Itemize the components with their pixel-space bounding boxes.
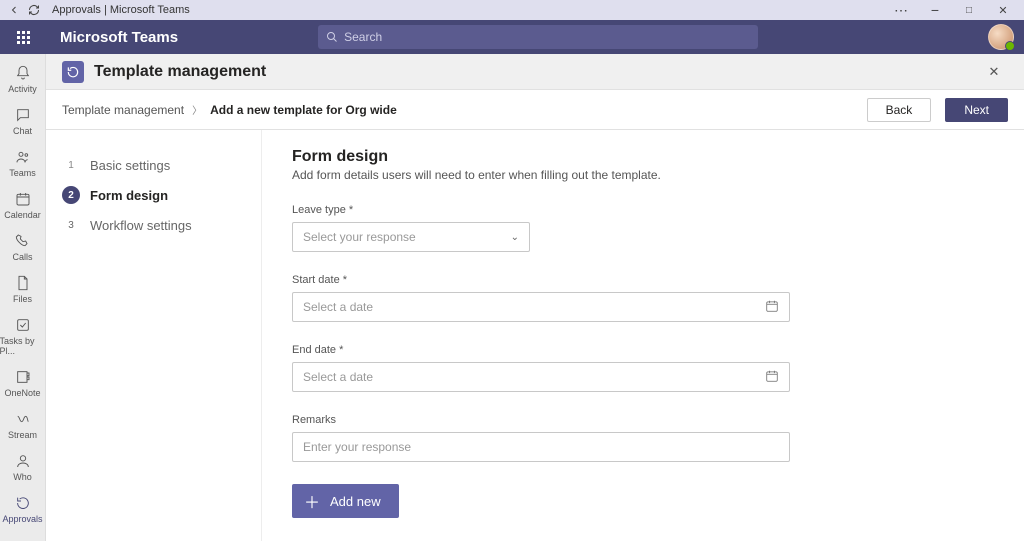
field-label: Start date * xyxy=(292,274,994,286)
app-header: Microsoft Teams Search xyxy=(0,20,1024,54)
add-new-button[interactable]: ＋ Add new xyxy=(292,484,399,518)
end-date-input[interactable]: Select a date xyxy=(292,362,790,392)
step-workflow-settings[interactable]: 3 Workflow settings xyxy=(58,210,251,240)
back-button[interactable]: Back xyxy=(867,98,932,122)
breadcrumb-root[interactable]: Template management xyxy=(62,103,184,117)
close-window-icon[interactable] xyxy=(986,0,1020,20)
date-placeholder: Select a date xyxy=(303,300,373,314)
stream-icon xyxy=(14,410,32,428)
step-label: Form design xyxy=(90,188,168,203)
field-end-date: End date * Select a date xyxy=(292,344,994,392)
rail-label: Calls xyxy=(12,252,32,262)
avatar[interactable] xyxy=(988,24,1014,50)
rail-label: Calendar xyxy=(4,210,41,220)
wizard-steps: 1 Basic settings 2 Form design 3 Workflo… xyxy=(46,130,262,541)
back-icon[interactable] xyxy=(4,0,24,20)
date-placeholder: Select a date xyxy=(303,370,373,384)
step-basic-settings[interactable]: 1 Basic settings xyxy=(58,150,251,180)
search-input[interactable]: Search xyxy=(318,25,758,49)
rail-label: Files xyxy=(13,294,32,304)
step-label: Workflow settings xyxy=(90,218,192,233)
search-icon xyxy=(326,31,338,43)
bell-icon xyxy=(14,64,32,82)
next-button[interactable]: Next xyxy=(945,98,1008,122)
more-icon[interactable] xyxy=(884,0,918,20)
field-leave-type: Leave type * Select your response ⌄ xyxy=(292,204,994,252)
rail-chat[interactable]: Chat xyxy=(0,102,46,142)
minimize-icon[interactable] xyxy=(918,0,952,20)
field-label: End date * xyxy=(292,344,994,356)
app-rail: Activity Chat Teams Calendar Calls Files… xyxy=(0,54,46,541)
rail-label: Who xyxy=(13,472,32,482)
form-heading: Form design xyxy=(292,148,994,166)
rail-stream[interactable]: Stream xyxy=(0,406,46,446)
field-label: Remarks xyxy=(292,414,994,426)
brand-label: Microsoft Teams xyxy=(46,29,178,46)
remarks-input[interactable]: Enter your response xyxy=(292,432,790,462)
form-subtitle: Add form details users will need to ente… xyxy=(292,168,994,182)
breadcrumb-current: Add a new template for Org wide xyxy=(210,103,397,117)
waffle-icon xyxy=(17,31,30,44)
rail-label: Stream xyxy=(8,430,37,440)
page-header: Template management xyxy=(46,54,1024,90)
rail-tasks[interactable]: Tasks by Pl... xyxy=(0,312,46,362)
field-label: Leave type * xyxy=(292,204,994,216)
close-panel-icon[interactable] xyxy=(980,58,1008,86)
select-placeholder: Select your response xyxy=(303,230,416,244)
rail-more[interactable] xyxy=(0,534,46,541)
field-remarks: Remarks Enter your response xyxy=(292,414,994,462)
input-placeholder: Enter your response xyxy=(303,440,411,454)
who-icon xyxy=(14,452,32,470)
maximize-icon[interactable] xyxy=(952,0,986,20)
window-titlebar: Approvals | Microsoft Teams xyxy=(0,0,1024,20)
search-placeholder: Search xyxy=(344,30,382,44)
rail-label: Activity xyxy=(8,84,37,94)
step-label: Basic settings xyxy=(90,158,170,173)
rail-label: Chat xyxy=(13,126,32,136)
rail-approvals[interactable]: Approvals xyxy=(0,490,46,530)
rail-label: Tasks by Pl... xyxy=(0,336,46,356)
tasks-icon xyxy=(14,316,32,334)
add-new-label: Add new xyxy=(330,494,381,509)
rail-activity[interactable]: Activity xyxy=(0,60,46,100)
rail-files[interactable]: Files xyxy=(0,270,46,310)
step-number: 2 xyxy=(62,186,80,204)
refresh-icon[interactable] xyxy=(24,0,44,20)
window-title: Approvals | Microsoft Teams xyxy=(52,4,884,16)
step-form-design[interactable]: 2 Form design xyxy=(58,180,251,210)
approvals-app-icon xyxy=(62,61,84,83)
rail-teams[interactable]: Teams xyxy=(0,144,46,184)
rail-label: Approvals xyxy=(2,514,42,524)
file-icon xyxy=(14,274,32,292)
chevron-right-icon: 〉 xyxy=(192,102,202,117)
rail-onenote[interactable]: OneNote xyxy=(0,364,46,404)
rail-label: Teams xyxy=(9,168,36,178)
calendar-icon xyxy=(14,190,32,208)
phone-icon xyxy=(14,232,32,250)
field-start-date: Start date * Select a date xyxy=(292,274,994,322)
leave-type-select[interactable]: Select your response ⌄ xyxy=(292,222,530,252)
chat-icon xyxy=(14,106,32,124)
form-design-panel: Form design Add form details users will … xyxy=(262,130,1024,541)
rail-label: OneNote xyxy=(4,388,40,398)
calendar-icon xyxy=(765,369,779,386)
app-launcher[interactable] xyxy=(0,31,46,44)
rail-who[interactable]: Who xyxy=(0,448,46,488)
step-number: 1 xyxy=(62,156,80,174)
calendar-icon xyxy=(765,299,779,316)
page-title: Template management xyxy=(94,63,980,81)
approvals-icon xyxy=(14,494,32,512)
rail-calendar[interactable]: Calendar xyxy=(0,186,46,226)
rail-calls[interactable]: Calls xyxy=(0,228,46,268)
breadcrumb-bar: Template management 〉 Add a new template… xyxy=(46,90,1024,130)
chevron-down-icon: ⌄ xyxy=(511,232,519,243)
start-date-input[interactable]: Select a date xyxy=(292,292,790,322)
onenote-icon xyxy=(14,368,32,386)
plus-icon: ＋ xyxy=(304,489,320,513)
teams-icon xyxy=(14,148,32,166)
step-number: 3 xyxy=(62,216,80,234)
